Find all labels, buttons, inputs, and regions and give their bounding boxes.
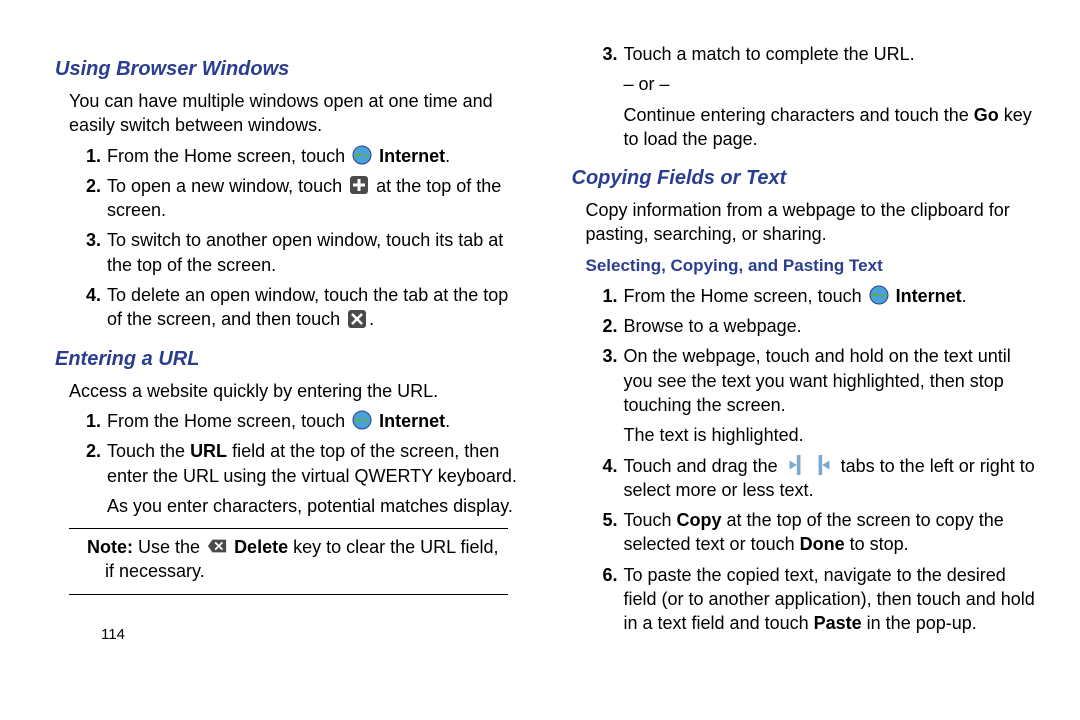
list-copying: 1. From the Home screen, touch Internet.… — [586, 284, 1039, 636]
list-number: 5. — [586, 508, 624, 532]
list-text: From the Home screen, touch Internet. — [107, 409, 522, 433]
list-number: 3. — [586, 42, 624, 66]
globe-icon — [352, 145, 372, 165]
list-subtext: As you enter characters, potential match… — [107, 494, 522, 518]
list-number: 2. — [69, 174, 107, 198]
list-text: Touch and drag the tabs to the left or r… — [624, 454, 1039, 503]
heading-using-browser-windows: Using Browser Windows — [55, 56, 522, 83]
list-text: Browse to a webpage. — [624, 314, 1039, 338]
close-icon — [347, 309, 367, 329]
heading-copying-fields: Copying Fields or Text — [572, 165, 1039, 192]
list-item: 2. Touch the URL field at the top of the… — [69, 439, 522, 518]
list-subtext: The text is highlighted. — [624, 423, 1039, 447]
list-entering-url: 1. From the Home screen, touch Internet.… — [69, 409, 522, 518]
subheading-selecting-copying: Selecting, Copying, and Pasting Text — [586, 255, 1039, 278]
selection-right-handle-icon — [814, 455, 834, 475]
list-number: 1. — [69, 144, 107, 168]
page-number: 114 — [101, 625, 522, 645]
list-number: 3. — [586, 344, 624, 368]
list-text: Touch the URL field at the top of the sc… — [107, 439, 522, 518]
list-number: 4. — [586, 454, 624, 478]
body-text: You can have multiple windows open at on… — [69, 89, 522, 138]
list-item: 1. From the Home screen, touch Internet. — [69, 144, 522, 168]
list-text: To paste the copied text, navigate to th… — [624, 563, 1039, 636]
or-text: – or – — [624, 72, 1039, 96]
list-number: 3. — [69, 228, 107, 252]
list-number: 4. — [69, 283, 107, 307]
divider — [69, 594, 508, 595]
list-item: 6. To paste the copied text, navigate to… — [586, 563, 1039, 636]
note-text: Note: Use the Delete key to clear the UR… — [87, 535, 508, 584]
left-column: Using Browser Windows You can have multi… — [55, 42, 522, 645]
heading-entering-url: Entering a URL — [55, 346, 522, 373]
list-text: From the Home screen, touch Internet. — [107, 144, 522, 168]
list-item: 3. On the webpage, touch and hold on the… — [586, 344, 1039, 447]
list-item: 4. Touch and drag the tabs to the left o… — [586, 454, 1039, 503]
list-item: 2. Browse to a webpage. — [586, 314, 1039, 338]
list-item: 4. To delete an open window, touch the t… — [69, 283, 522, 332]
list-text: To delete an open window, touch the tab … — [107, 283, 522, 332]
list-number: 1. — [69, 409, 107, 433]
body-text: Access a website quickly by entering the… — [69, 379, 522, 403]
globe-icon — [352, 410, 372, 430]
list-text: Touch a match to complete the URL. – or … — [624, 42, 1039, 151]
list-text: To switch to another open window, touch … — [107, 228, 522, 277]
list-text: Touch Copy at the top of the screen to c… — [624, 508, 1039, 557]
plus-icon — [349, 175, 369, 195]
list-item: 3. To switch to another open window, tou… — [69, 228, 522, 277]
list-item: 3. Touch a match to complete the URL. – … — [586, 42, 1039, 151]
list-number: 6. — [586, 563, 624, 587]
list-number: 2. — [69, 439, 107, 463]
list-item: 1. From the Home screen, touch Internet. — [586, 284, 1039, 308]
list-number: 1. — [586, 284, 624, 308]
selection-left-handle-icon — [785, 455, 805, 475]
list-item: 1. From the Home screen, touch Internet. — [69, 409, 522, 433]
globe-icon — [869, 285, 889, 305]
list-text: From the Home screen, touch Internet. — [624, 284, 1039, 308]
list-text: On the webpage, touch and hold on the te… — [624, 344, 1039, 447]
list-continued: 3. Touch a match to complete the URL. – … — [586, 42, 1039, 151]
list-item: 5. Touch Copy at the top of the screen t… — [586, 508, 1039, 557]
list-subtext: Continue entering characters and touch t… — [624, 103, 1039, 152]
list-number: 2. — [586, 314, 624, 338]
body-text: Copy information from a webpage to the c… — [586, 198, 1039, 247]
right-column: 3. Touch a match to complete the URL. – … — [572, 42, 1039, 645]
list-browser-windows: 1. From the Home screen, touch Internet.… — [69, 144, 522, 332]
delete-key-icon — [207, 536, 227, 556]
list-item: 2. To open a new window, touch at the to… — [69, 174, 522, 223]
list-text: To open a new window, touch at the top o… — [107, 174, 522, 223]
divider — [69, 528, 508, 529]
